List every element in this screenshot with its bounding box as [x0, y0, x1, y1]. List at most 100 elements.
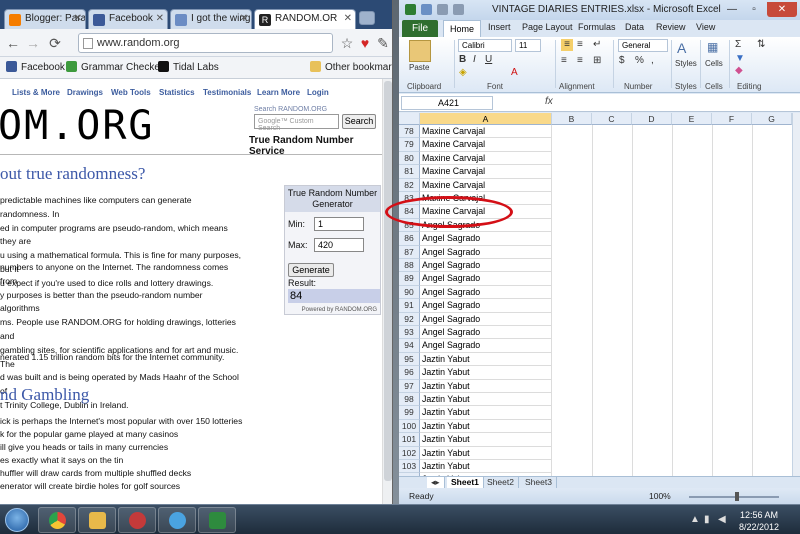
cell[interactable]: Angel Sagrado: [420, 339, 552, 353]
cell[interactable]: Angel Sagrado: [420, 326, 552, 340]
sheet-tab-2[interactable]: Sheet2: [483, 477, 519, 488]
cell[interactable]: Angel Sagrado: [420, 245, 552, 259]
column-header[interactable]: F: [712, 113, 752, 125]
zoom-slider[interactable]: [689, 496, 779, 498]
font-name-select[interactable]: Calibri: [458, 39, 512, 52]
row-header[interactable]: 96: [399, 366, 420, 380]
taskbar-search[interactable]: [118, 507, 156, 533]
taskbar-itunes[interactable]: [158, 507, 196, 533]
sheet-tab-1[interactable]: Sheet1: [447, 477, 484, 488]
font-size-select[interactable]: 11: [515, 39, 541, 52]
cell[interactable]: Jaztin Yabut: [420, 379, 552, 393]
fx-icon[interactable]: fx: [545, 96, 553, 107]
wrap-text-icon[interactable]: ↵: [593, 39, 601, 50]
column-header[interactable]: A: [420, 113, 552, 125]
star-icon[interactable]: ☆: [338, 34, 356, 52]
zoom-level[interactable]: 100%: [649, 491, 671, 501]
select-all-corner[interactable]: [399, 113, 420, 125]
row-header[interactable]: 89: [399, 272, 420, 286]
cell[interactable]: Jaztin Yabut: [420, 393, 552, 407]
list-item[interactable]: enerator will create birdie holes for go…: [0, 480, 260, 493]
tab-formulas[interactable]: Formulas: [578, 22, 616, 32]
list-item[interactable]: ick is perhaps the Internet's most popul…: [0, 415, 260, 428]
reload-icon[interactable]: ⟳: [46, 34, 64, 52]
cell[interactable]: Maxine Carvajal: [420, 192, 552, 206]
row-header[interactable]: 95: [399, 352, 420, 367]
heart-icon[interactable]: ♥: [356, 34, 374, 52]
align-top-icon[interactable]: ≡: [561, 39, 573, 51]
cell[interactable]: Jaztin Yabut: [420, 460, 552, 474]
cell[interactable]: Maxine Carvajal: [420, 138, 552, 152]
cell[interactable]: Jaztin Yabut: [420, 433, 552, 447]
row-header[interactable]: 85: [399, 218, 420, 233]
row-header[interactable]: 94: [399, 339, 420, 353]
align-left-icon[interactable]: ≡: [561, 55, 567, 66]
row-header[interactable]: 82: [399, 178, 420, 192]
fill-icon[interactable]: ▼: [735, 53, 745, 64]
cell[interactable]: Jaztin Yabut: [420, 352, 552, 367]
minimize-icon[interactable]: —: [721, 2, 743, 17]
undo-icon[interactable]: [437, 4, 448, 15]
cell[interactable]: Angel Sagrado: [420, 272, 552, 286]
align-middle-icon[interactable]: ≡: [577, 39, 583, 50]
tray-arrow-icon[interactable]: ▲: [690, 514, 700, 525]
cell[interactable]: Jaztin Yabut: [420, 446, 552, 460]
taskbar-explorer[interactable]: [78, 507, 116, 533]
nav-learn-more[interactable]: Learn More: [257, 88, 300, 97]
row-header[interactable]: 99: [399, 406, 420, 420]
row-header[interactable]: 101: [399, 433, 420, 447]
network-icon[interactable]: ▮: [704, 514, 710, 525]
cell[interactable]: Angel Sagrado: [420, 232, 552, 246]
cell[interactable]: Maxine Carvajal: [420, 151, 552, 166]
generate-button[interactable]: Generate: [288, 263, 334, 277]
row-header[interactable]: 90: [399, 285, 420, 300]
list-item[interactable]: es exactly what it says on the tin: [0, 454, 260, 467]
worksheet-grid[interactable]: A B C D E F G 78 Maxine Carvajal 79 Maxine …: [399, 113, 792, 486]
nav-lists[interactable]: Lists & More: [12, 88, 60, 97]
row-header[interactable]: 100: [399, 419, 420, 434]
redo-icon[interactable]: [453, 4, 464, 15]
tab-blogger[interactable]: Blogger: Para ✕: [4, 9, 86, 30]
number-format-select[interactable]: General: [618, 39, 668, 52]
save-icon[interactable]: [421, 4, 432, 15]
cell[interactable]: Angel Sagrado: [420, 312, 552, 326]
bookmark-grammar-checker[interactable]: Grammar Checker: [66, 61, 163, 73]
autosum-icon[interactable]: Σ: [735, 39, 741, 50]
row-header[interactable]: 98: [399, 393, 420, 407]
row-header[interactable]: 84: [399, 205, 420, 219]
row-header[interactable]: 97: [399, 379, 420, 393]
bookmark-tidal-labs[interactable]: Tidal Labs: [158, 61, 219, 73]
styles-icon[interactable]: A: [677, 40, 686, 56]
row-header[interactable]: 79: [399, 138, 420, 152]
clear-icon[interactable]: ◆: [735, 65, 743, 76]
zoom-slider-thumb[interactable]: [735, 492, 739, 501]
clock[interactable]: 12:56 AM 8/22/2012: [733, 509, 785, 533]
nav-web-tools[interactable]: Web Tools: [111, 88, 151, 97]
cell[interactable]: Maxine Carvajal: [420, 125, 552, 139]
scrollbar-thumb[interactable]: [384, 81, 392, 481]
cell[interactable]: Angel Sagrado: [420, 299, 552, 313]
page-scrollbar[interactable]: [382, 79, 392, 505]
merge-icon[interactable]: ⊞: [593, 55, 601, 66]
list-item[interactable]: huffler will draw cards from multiple sh…: [0, 467, 260, 480]
font-color-icon[interactable]: A: [511, 67, 518, 78]
comma-icon[interactable]: ,: [651, 55, 654, 66]
tab-wing[interactable]: I got the wing ✕: [170, 9, 252, 30]
fill-color-icon[interactable]: ◈: [459, 67, 467, 78]
cell[interactable]: Angel Sagrado: [420, 218, 552, 233]
wrench-icon[interactable]: ✎: [374, 34, 392, 52]
tab-review[interactable]: Review: [656, 22, 686, 32]
column-header[interactable]: D: [632, 113, 672, 125]
italic-icon[interactable]: I: [473, 54, 476, 65]
column-header[interactable]: B: [552, 113, 592, 125]
tab-data[interactable]: Data: [625, 22, 644, 32]
cell[interactable]: Jaztin Yabut: [420, 406, 552, 420]
list-item[interactable]: k for the popular game played at many ca…: [0, 428, 260, 441]
column-header[interactable]: C: [592, 113, 632, 125]
max-input[interactable]: [314, 238, 364, 252]
tab-facebook[interactable]: Facebook ✕: [88, 9, 168, 30]
cell[interactable]: Jaztin Yabut: [420, 419, 552, 434]
row-header[interactable]: 78: [399, 125, 420, 139]
paste-icon[interactable]: [409, 40, 431, 62]
align-center-icon[interactable]: ≡: [577, 55, 583, 66]
